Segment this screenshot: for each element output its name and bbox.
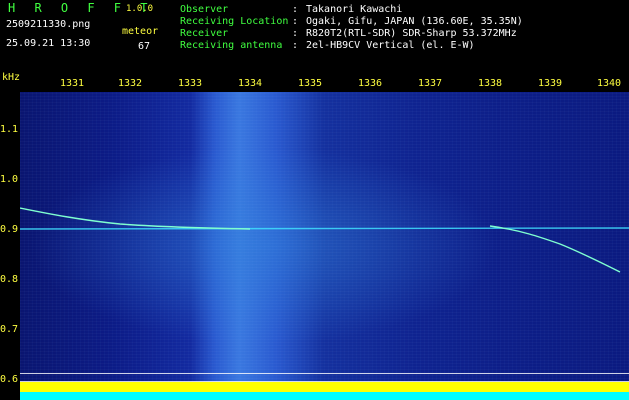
x-tick-1336: 1336: [358, 78, 383, 89]
y-tick-0.9: 0.9: [0, 224, 19, 235]
noise-floor-band: [20, 392, 629, 400]
x-tick-1340: 1340: [597, 78, 622, 89]
receiver-value: R820T2(RTL-SDR) SDR-Sharp 53.372MHz: [306, 28, 517, 39]
y-tick-0.6: 0.6: [0, 374, 19, 385]
x-tick-1337: 1337: [418, 78, 443, 89]
x-axis: 1331 1332 1333 1334 1335 1336 1337 1338 …: [0, 78, 629, 92]
observer-label: Observer: [180, 4, 229, 15]
receiver-colon: :: [292, 28, 299, 39]
event-type: meteor: [122, 26, 159, 37]
location-value: Ogaki, Gifu, JAPAN (136.60E, 35.35N): [306, 16, 523, 27]
spectrogram: [20, 92, 629, 400]
antenna-colon: :: [292, 40, 299, 51]
x-tick-1334: 1334: [238, 78, 263, 89]
app-version: 1.0.0: [126, 4, 154, 14]
meteor-trail-left: [20, 207, 251, 230]
y-tick-0.7: 0.7: [0, 324, 19, 335]
carrier-line: [20, 227, 629, 230]
x-tick-1339: 1339: [538, 78, 563, 89]
observer-colon: :: [292, 4, 299, 15]
y-axis: 1.1 1.0 0.9 0.8 0.7 0.6: [0, 92, 20, 400]
meteor-trails: [20, 207, 629, 273]
x-tick-1333: 1333: [178, 78, 203, 89]
x-tick-1335: 1335: [298, 78, 323, 89]
header-panel: H R O F F T 1.0.0 2509211330.png 25.09.2…: [0, 0, 629, 78]
baseline-line-1: [20, 373, 629, 374]
datetime: 25.09.21 13:30: [6, 38, 91, 49]
event-count: 67: [138, 41, 151, 52]
antenna-value: 2el-HB9CV Vertical (el. E-W): [306, 40, 475, 51]
antenna-label: Receiving antenna: [180, 40, 283, 51]
location-colon: :: [292, 16, 299, 27]
y-tick-1.1: 1.1: [0, 124, 19, 135]
y-tick-1.0: 1.0: [0, 174, 19, 185]
x-tick-1331: 1331: [60, 78, 85, 89]
location-label: Receiving Location: [180, 16, 289, 27]
x-tick-1332: 1332: [118, 78, 143, 89]
meteor-trail-right: [489, 225, 621, 273]
x-tick-1338: 1338: [478, 78, 503, 89]
observer-value: Takanori Kawachi: [306, 4, 403, 15]
y-tick-0.8: 0.8: [0, 274, 19, 285]
filename: 2509211330.png: [6, 19, 91, 30]
receiver-label: Receiver: [180, 28, 229, 39]
